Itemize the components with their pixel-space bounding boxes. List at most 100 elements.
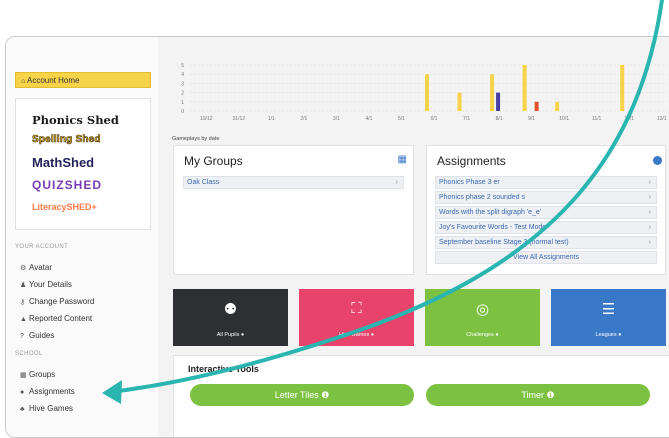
chart-bar — [425, 74, 429, 111]
app-window: ⌂ Account Home Phonics Shed Spelling She… — [5, 36, 669, 438]
assignment-row[interactable]: Phonics Phase 3 er › — [435, 176, 657, 189]
sidebar-item-label: Avatar — [29, 263, 52, 272]
sidebar-item-avatar[interactable]: ⚙ Avatar — [20, 263, 52, 272]
assignment-label: Words with the split digraph 'e_e' — [439, 209, 542, 216]
question-icon: ? — [20, 333, 24, 340]
tile-challenges[interactable]: ◎ Challenges ● — [425, 289, 540, 346]
account-home-label: Account Home — [27, 76, 80, 85]
x-tick-label: 10/12 — [200, 116, 213, 122]
x-tick-label: 12/1 — [624, 116, 634, 122]
x-tick-label: 3/1 — [333, 116, 340, 122]
x-tick-label: 31/12 — [233, 116, 246, 122]
x-tick-label: 7/1 — [463, 116, 470, 122]
x-tick-label: 9/1 — [528, 116, 535, 122]
group-name: Oak Class — [187, 179, 220, 186]
y-tick-label: 3 — [181, 81, 184, 87]
gameplays-chart: 0 1 2 3 4 5 10/12 31/12 1/1 2/1 3/1 4/1 5/1 6/1 7/1 8/1… — [181, 63, 669, 122]
sidebar-item-your-details[interactable]: ♟ Your Details — [20, 280, 72, 289]
assignment-row[interactable]: Joy's Favourite Words - Test Mode › — [435, 221, 657, 234]
chart-bar — [496, 92, 501, 111]
group-row-oak-class[interactable]: Oak Class › — [183, 176, 404, 189]
chart-bar — [534, 101, 539, 111]
account-home-button[interactable]: ⌂ Account Home — [15, 72, 151, 88]
button-label: Timer — [521, 390, 545, 400]
assignment-row[interactable]: Phonics phase 2 sounded s › — [435, 191, 657, 204]
tile-hive-games[interactable]: ⛶ Hive Games ● — [299, 289, 414, 346]
chevron-right-icon: › — [648, 179, 651, 186]
sidebar-item-hive-games[interactable]: ♣ Hive Games — [20, 404, 73, 413]
y-tick-label: 2 — [181, 91, 184, 97]
y-tick-label: 0 — [181, 109, 184, 115]
literacy-shed-logo[interactable]: LiteracySHED+ — [32, 202, 97, 212]
target-icon: ◎ — [475, 301, 490, 318]
info-icon[interactable] — [653, 156, 662, 165]
x-tick-label: 1/1 — [268, 116, 275, 122]
assignment-label: Phonics Phase 3 er — [439, 179, 500, 186]
sidebar-item-change-password[interactable]: ⚷ Change Password — [20, 297, 94, 306]
chart-caption: Gameplays by date — [172, 136, 220, 142]
timer-button[interactable]: Timer ❶ — [426, 384, 650, 406]
x-tick-label: 5/1 — [398, 116, 405, 122]
x-tick-label: 13/1 — [657, 116, 667, 122]
sidebar-item-groups[interactable]: ▦ Groups — [20, 370, 55, 379]
assignment-row[interactable]: Words with the split digraph 'e_e' › — [435, 206, 657, 219]
letter-tiles-button[interactable]: Letter Tiles ❶ — [190, 384, 414, 406]
people-icon: ⚉ — [223, 301, 238, 318]
grid-icon: ▦ — [20, 372, 27, 379]
tile-all-pupils[interactable]: ⚉ All Pupils ● — [173, 289, 288, 346]
sidebar-item-label: Groups — [29, 370, 56, 379]
person-icon: ♟ — [20, 282, 27, 289]
spelling-shed-logo[interactable]: Spelling Shed — [32, 134, 101, 146]
sidebar-item-label: Guides — [29, 331, 55, 340]
chevron-right-icon: › — [648, 239, 651, 246]
interactive-tools-title: Interactive Tools — [188, 364, 259, 374]
chart-bar — [522, 65, 527, 111]
home-icon: ⌂ — [21, 78, 26, 85]
view-all-assignments-button[interactable]: View All Assignments — [435, 251, 657, 264]
tile-label: All Pupils — [216, 332, 240, 338]
x-tick-label: 6/1 — [431, 116, 438, 122]
tile-leagues[interactable]: ☰ Leagues ● — [551, 289, 666, 346]
assignment-label: Joy's Favourite Words - Test Mode — [439, 224, 547, 231]
chevron-right-icon: › — [395, 179, 398, 186]
x-tick-label: 8/1 — [496, 116, 503, 122]
tile-label: Hive Games — [338, 332, 370, 338]
assignment-label: Phonics phase 2 sounded s — [439, 194, 526, 201]
brand-panel: Phonics Shed Spelling Shed MathShed QUIZ… — [15, 98, 151, 230]
sidebar-item-label: Your Details — [29, 280, 72, 289]
y-tick-label: 5 — [181, 63, 184, 69]
sidebar-item-label: Hive Games — [29, 404, 74, 413]
chart-bar — [620, 65, 625, 111]
my-groups-title: My Groups — [184, 154, 243, 168]
x-tick-label: 4/1 — [365, 116, 372, 122]
gear-icon: ⚙ — [20, 265, 27, 272]
sidebar-item-assignments[interactable]: ● Assignments — [20, 387, 75, 396]
my-groups-panel: My Groups ▦ Oak Class › — [173, 145, 414, 275]
sidebar-item-label: Change Password — [29, 297, 95, 306]
assignments-panel: Assignments Phonics Phase 3 er › Phonics … — [426, 145, 666, 275]
assignment-row[interactable]: September baseline Stage 3 (normal test)… — [435, 236, 657, 249]
assignment-label: September baseline Stage 3 (normal test) — [439, 239, 569, 246]
sidebar-item-reported-content[interactable]: ▲ Reported Content — [20, 314, 92, 323]
section-school: SCHOOL — [15, 351, 43, 357]
mathshed-logo[interactable]: MathShed — [32, 155, 94, 170]
chart-bar — [457, 92, 462, 111]
quizshed-logo[interactable]: QUIZSHED — [32, 178, 102, 192]
chart-bar — [490, 74, 495, 111]
hive-icon: ♣ — [20, 406, 25, 413]
circle-icon: ● — [20, 389, 25, 396]
hierarchy-icon: ⛶ — [351, 300, 362, 317]
button-label: Letter Tiles — [274, 390, 319, 400]
tile-label: Leagues — [595, 332, 617, 338]
grid-icon[interactable]: ▦ — [398, 154, 407, 165]
interactive-tools-panel: Interactive Tools Letter Tiles ❶ Timer ❶ — [173, 355, 669, 437]
sidebar-item-label: Reported Content — [29, 314, 93, 323]
x-tick-label: 10/1 — [559, 116, 569, 122]
chevron-right-icon: › — [648, 209, 651, 216]
phonics-shed-logo[interactable]: Phonics Shed — [32, 113, 119, 127]
warning-icon: ▲ — [20, 316, 27, 323]
section-your-account: YOUR ACCOUNT — [15, 244, 69, 250]
y-tick-label: 1 — [181, 100, 184, 106]
tile-label: Challenges — [466, 332, 494, 338]
sidebar-item-guides[interactable]: ? Guides — [20, 331, 54, 340]
